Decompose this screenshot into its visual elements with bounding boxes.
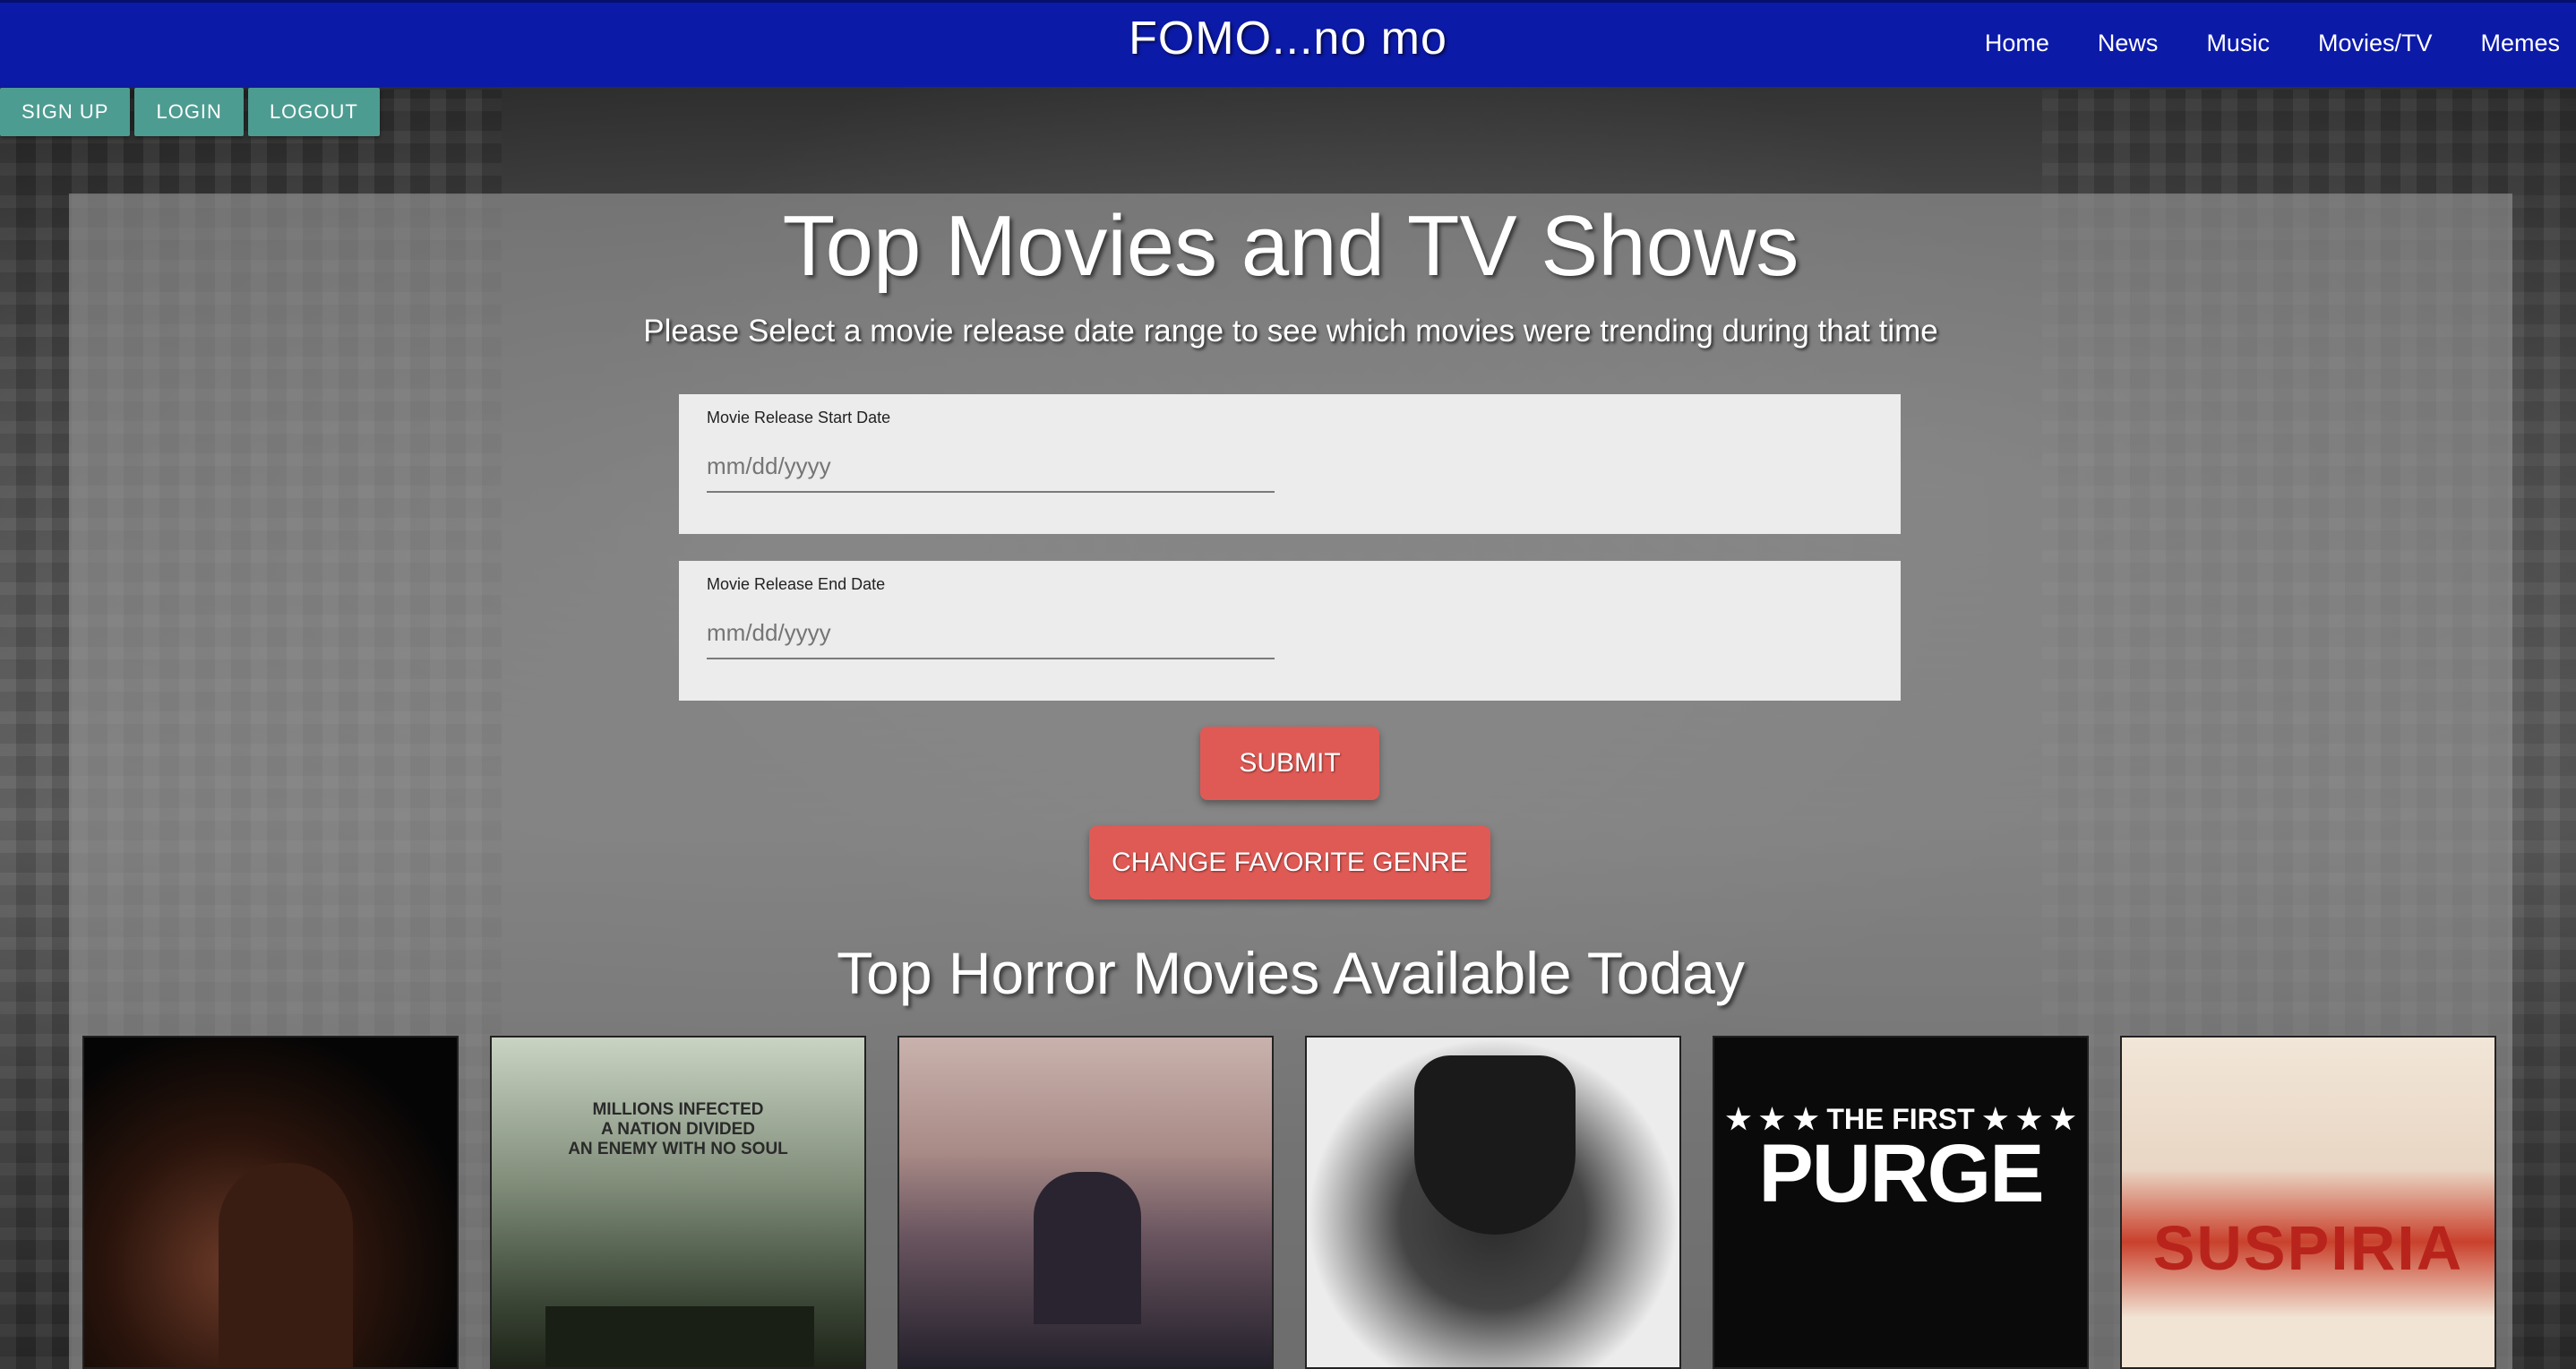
poster-title: SUSPIRIA	[2152, 1213, 2464, 1283]
poster-figures	[1034, 1172, 1141, 1324]
start-date-label: Movie Release Start Date	[707, 409, 891, 426]
nav-memes[interactable]: Memes	[2457, 30, 2576, 57]
movie-poster-first-purge[interactable]: ★ ★ ★ THE FIRST ★ ★ ★ PURGE	[1713, 1036, 2089, 1369]
nav-music[interactable]: Music	[2183, 30, 2295, 57]
end-date-input[interactable]	[707, 607, 1275, 659]
sign-up-button[interactable]: SIGN UP	[0, 88, 131, 136]
main-nav: Home News Music Movies/TV Memes	[1962, 30, 2576, 57]
movie-poster-infected[interactable]: MILLIONS INFECTED A NATION DIVIDED AN EN…	[490, 1036, 866, 1369]
nav-home[interactable]: Home	[1962, 30, 2074, 57]
poster-tagline: MILLIONS INFECTED A NATION DIVIDED AN EN…	[568, 1100, 788, 1158]
nav-news[interactable]: News	[2074, 30, 2184, 57]
main-panel: Top Movies and TV Shows Please Select a …	[69, 194, 2512, 1369]
end-date-label: Movie Release End Date	[707, 575, 886, 593]
movie-poster-haunting[interactable]	[897, 1036, 1274, 1369]
poster-cat	[1414, 1055, 1576, 1235]
section-title: Top Horror Movies Available Today	[837, 940, 1745, 1006]
top-navbar: FOMO...no mo Home News Music Movies/TV M…	[0, 0, 2576, 87]
page-subtitle: Please Select a movie release date range…	[643, 314, 1938, 349]
poster-soldiers	[545, 1306, 814, 1367]
movie-poster-suspiria[interactable]: SUSPIRIA	[2120, 1036, 2496, 1369]
end-date-card: Movie Release End Date	[679, 561, 1901, 701]
page-title: Top Movies and TV Shows	[782, 198, 1799, 294]
change-genre-button[interactable]: CHANGE FAVORITE GENRE	[1089, 826, 1490, 900]
logout-button[interactable]: LOGOUT	[247, 88, 380, 136]
auth-bar: SIGN UP LOGIN LOGOUT	[0, 88, 384, 136]
nav-movies-tv[interactable]: Movies/TV	[2295, 30, 2458, 57]
start-date-card: Movie Release Start Date	[679, 394, 1901, 534]
poster-figure	[219, 1163, 353, 1367]
submit-button[interactable]: SUBMIT	[1200, 727, 1379, 800]
movie-poster-us[interactable]	[82, 1036, 459, 1369]
poster-image	[2122, 1038, 2494, 1367]
start-date-input[interactable]	[707, 441, 1275, 493]
login-button[interactable]: LOGIN	[134, 88, 244, 136]
poster-title-main: PURGE	[1758, 1128, 2044, 1219]
movie-poster-cat[interactable]	[1305, 1036, 1681, 1369]
